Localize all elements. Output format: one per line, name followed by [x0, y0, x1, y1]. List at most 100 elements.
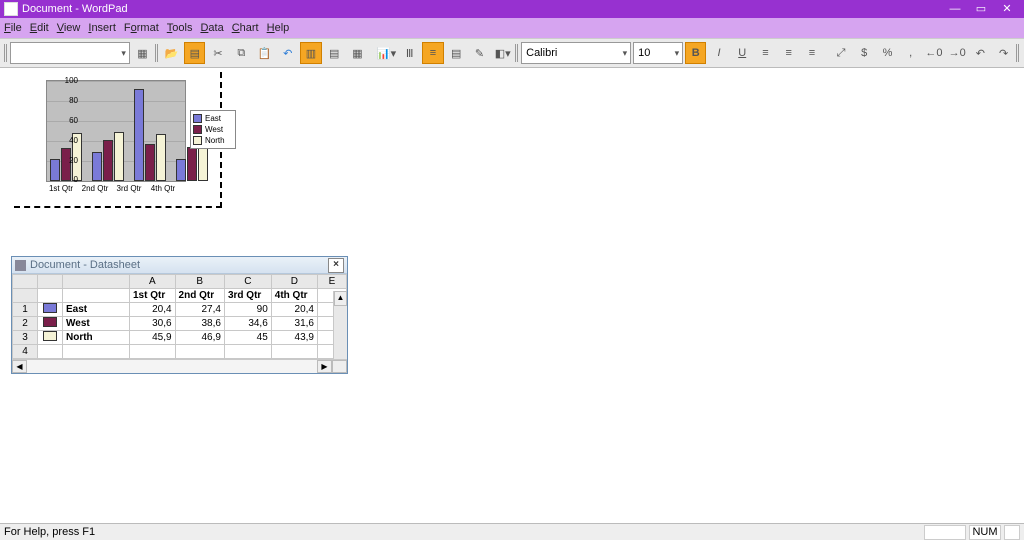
cell[interactable]	[271, 345, 317, 359]
cell[interactable]	[175, 345, 224, 359]
bar-east-q2[interactable]	[92, 152, 102, 181]
cell[interactable]: 20,4	[271, 303, 317, 317]
drawing-icon[interactable]: ✎	[469, 42, 490, 64]
by-column-button[interactable]: ▤	[324, 42, 345, 64]
cell[interactable]	[130, 345, 176, 359]
chart-object[interactable]: 100 80 60 40 20 0 1st Qtr 2nd Qtr 3rd Qt…	[14, 72, 222, 208]
cell[interactable]: 45,9	[130, 331, 176, 345]
toolbar-grip[interactable]	[4, 44, 8, 62]
cell[interactable]: 46,9	[175, 331, 224, 345]
cell[interactable]	[63, 345, 130, 359]
maximize-button[interactable]: ▭	[968, 0, 994, 18]
cell[interactable]: 34,6	[224, 317, 271, 331]
toolbar-grip[interactable]	[1016, 44, 1020, 62]
toolbar-grip[interactable]	[155, 44, 159, 62]
category-axis-grid-icon[interactable]: Ⅲ	[399, 42, 420, 64]
font-size-select[interactable]: 10	[633, 42, 683, 64]
close-button[interactable]: ✕	[994, 0, 1020, 18]
font-name-select[interactable]: Calibri	[521, 42, 631, 64]
chart-type-button[interactable]: 📊▾	[376, 42, 397, 64]
cell[interactable]: East	[63, 303, 130, 317]
col-header[interactable]: C	[224, 275, 271, 289]
menu-format[interactable]: Format	[124, 22, 159, 34]
cell[interactable]: 20,4	[130, 303, 176, 317]
bar-west-q4[interactable]	[187, 147, 197, 181]
bar-east-q3[interactable]	[134, 89, 144, 181]
bar-north-q2[interactable]	[114, 132, 124, 181]
bar-west-q3[interactable]	[145, 144, 155, 181]
cell[interactable]: North	[63, 331, 130, 345]
bar-north-q3[interactable]	[156, 134, 166, 181]
cell[interactable]: 2nd Qtr	[175, 289, 224, 303]
decrease-decimal-icon[interactable]: →0	[947, 42, 968, 64]
angle-cc-icon[interactable]: ↶	[970, 42, 991, 64]
menu-help[interactable]: Help	[267, 22, 290, 34]
undo-icon[interactable]: ↶	[277, 42, 298, 64]
fill-color-icon[interactable]: ◧▾	[492, 42, 513, 64]
cell[interactable]: 27,4	[175, 303, 224, 317]
currency-icon[interactable]: $	[854, 42, 875, 64]
chart-area-select[interactable]	[10, 42, 130, 64]
align-left-icon[interactable]: ≡	[755, 42, 776, 64]
menu-chart[interactable]: Chart	[232, 22, 259, 34]
cell[interactable]: West	[63, 317, 130, 331]
cell[interactable]: 3rd Qtr	[224, 289, 271, 303]
menu-data[interactable]: Data	[200, 22, 223, 34]
minimize-button[interactable]: —	[942, 0, 968, 18]
series-icon[interactable]	[38, 331, 63, 345]
import-icon[interactable]: 📂	[161, 42, 182, 64]
copy-icon[interactable]: ⧉	[231, 42, 252, 64]
menu-file[interactable]: File	[4, 22, 22, 34]
view-datasheet-button[interactable]: ▤	[184, 42, 205, 64]
cell[interactable]	[224, 345, 271, 359]
datasheet-grid[interactable]: A B C D E 1st Qtr 2nd Qtr 3rd Qtr 4th Qt…	[12, 274, 347, 359]
cell[interactable]: 43,9	[271, 331, 317, 345]
datasheet-titlebar[interactable]: Document - Datasheet ×	[12, 257, 347, 274]
cut-icon[interactable]: ✂	[207, 42, 228, 64]
menu-edit[interactable]: Edit	[30, 22, 49, 34]
data-table-button[interactable]: ▦	[347, 42, 368, 64]
italic-button[interactable]: I	[708, 42, 729, 64]
align-center-icon[interactable]: ≡	[778, 42, 799, 64]
document-canvas[interactable]: 100 80 60 40 20 0 1st Qtr 2nd Qtr 3rd Qt…	[0, 68, 1024, 534]
datasheet-close-button[interactable]: ×	[328, 258, 344, 273]
bold-button[interactable]: B	[685, 42, 706, 64]
cell[interactable]: 1st Qtr	[130, 289, 176, 303]
percent-icon[interactable]: %	[877, 42, 898, 64]
angle-text-icon[interactable]: ⤢	[830, 42, 851, 64]
scroll-right-icon[interactable]: ▶	[317, 360, 332, 373]
cell[interactable]: 4th Qtr	[271, 289, 317, 303]
paste-icon[interactable]: 📋	[254, 42, 275, 64]
cell[interactable]: 31,6	[271, 317, 317, 331]
menu-insert[interactable]: Insert	[88, 22, 116, 34]
col-header[interactable]: B	[175, 275, 224, 289]
toolbar-grip[interactable]	[515, 44, 519, 62]
format-object-icon[interactable]: ▦	[132, 42, 153, 64]
cell[interactable]: 38,6	[175, 317, 224, 331]
angle-cw-icon[interactable]: ↷	[993, 42, 1014, 64]
series-icon[interactable]	[38, 317, 63, 331]
col-header[interactable]: A	[130, 275, 176, 289]
value-axis-grid-icon[interactable]: ≡	[422, 42, 443, 64]
menu-tools[interactable]: Tools	[167, 22, 193, 34]
increase-decimal-icon[interactable]: ←0	[923, 42, 944, 64]
bar-west-q2[interactable]	[103, 140, 113, 181]
comma-icon[interactable]: ,	[900, 42, 921, 64]
col-header[interactable]: E	[318, 275, 347, 289]
datasheet-hscroll[interactable]: ◀ ▶	[12, 359, 347, 373]
cell[interactable]: 30,6	[130, 317, 176, 331]
legend-button[interactable]: ▤	[446, 42, 467, 64]
by-row-button[interactable]: ▥	[300, 42, 321, 64]
underline-button[interactable]: U	[732, 42, 753, 64]
cell[interactable]: 45	[224, 331, 271, 345]
chart-legend[interactable]: East West North	[190, 110, 236, 149]
scroll-up-icon[interactable]: ▲	[334, 291, 347, 306]
col-header[interactable]: D	[271, 275, 317, 289]
cell[interactable]: 90	[224, 303, 271, 317]
datasheet-window[interactable]: Document - Datasheet × A B C D E 1st Qtr…	[11, 256, 348, 374]
menu-view[interactable]: View	[57, 22, 81, 34]
align-right-icon[interactable]: ≡	[801, 42, 822, 64]
scroll-left-icon[interactable]: ◀	[12, 360, 27, 373]
datasheet-vscroll[interactable]: ▲	[333, 291, 347, 359]
series-icon[interactable]	[38, 303, 63, 317]
